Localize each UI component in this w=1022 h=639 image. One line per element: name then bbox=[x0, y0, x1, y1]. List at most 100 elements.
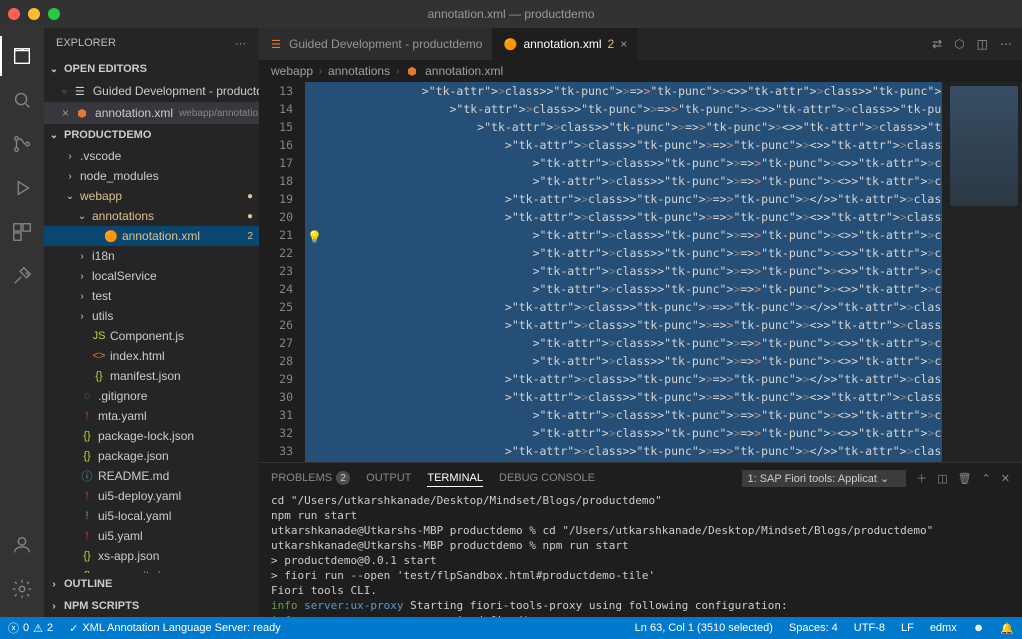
kill-terminal-icon[interactable]: 🗑 bbox=[958, 472, 972, 485]
code-line[interactable]: >"tk-attr">>class>>"tk-punc">>=>>"tk-pun… bbox=[305, 334, 1022, 352]
close-icon[interactable]: × bbox=[620, 37, 627, 51]
editor-tab[interactable]: ☰Guided Development - productdemo bbox=[259, 28, 493, 60]
status-errors[interactable]: ⓧ 0 ⚠ 2 bbox=[0, 617, 61, 639]
tree-item[interactable]: {}manifest.json bbox=[50, 366, 259, 386]
code-line[interactable]: >"tk-attr">>class>>"tk-punc">>=>>"tk-pun… bbox=[305, 190, 1022, 208]
editor-tab[interactable]: 🟠annotation.xml 2 × bbox=[493, 28, 638, 60]
code-line[interactable]: >"tk-attr">>class>>"tk-punc">>=>>"tk-pun… bbox=[305, 244, 1022, 262]
code-line[interactable]: >"tk-attr">>class>>"tk-punc">>=>>"tk-pun… bbox=[305, 316, 1022, 334]
tree-item[interactable]: ⌄webapp● bbox=[50, 186, 259, 206]
tree-item[interactable]: ›i18n bbox=[50, 246, 259, 266]
tree-item[interactable]: ›.vscode bbox=[50, 146, 259, 166]
tree-item[interactable]: ›node_modules bbox=[50, 166, 259, 186]
tree-item[interactable]: !mta.yaml bbox=[50, 406, 259, 426]
terminal-output[interactable]: cd "/Users/utkarshkanade/Desktop/Mindset… bbox=[259, 493, 1022, 617]
status-bell-icon[interactable]: 🔔 bbox=[992, 622, 1022, 635]
status-lang-server[interactable]: ✓ XML Annotation Language Server: ready bbox=[61, 617, 289, 639]
status-cursor[interactable]: Ln 63, Col 1 (3510 selected) bbox=[627, 622, 781, 634]
code-line[interactable]: >"tk-attr">>class>>"tk-punc">>=>>"tk-pun… bbox=[305, 82, 1022, 100]
code-line[interactable]: >"tk-attr">>class>>"tk-punc">>=>>"tk-pun… bbox=[305, 118, 1022, 136]
code-line[interactable]: >"tk-attr">>class>>"tk-punc">>=>>"tk-pun… bbox=[305, 352, 1022, 370]
code-line[interactable]: >"tk-attr">>class>>"tk-punc">>=>>"tk-pun… bbox=[305, 298, 1022, 316]
breadcrumb-item[interactable]: webapp bbox=[271, 64, 313, 78]
tree-item[interactable]: <>index.html bbox=[50, 346, 259, 366]
status-spaces[interactable]: Spaces: 4 bbox=[781, 622, 846, 634]
minimize-window[interactable] bbox=[28, 8, 40, 20]
activity-extensions[interactable] bbox=[0, 212, 44, 252]
code-line[interactable]: >"tk-attr">>class>>"tk-punc">>=>>"tk-pun… bbox=[305, 154, 1022, 172]
project-header[interactable]: ⌄ PRODUCTDEMO bbox=[44, 124, 259, 146]
more-actions-icon[interactable]: ⋯ bbox=[1000, 37, 1012, 51]
new-terminal-icon[interactable]: ＋ bbox=[916, 470, 927, 486]
tree-item[interactable]: !ui5-deploy.yaml bbox=[50, 486, 259, 506]
status-lang[interactable]: edmx bbox=[922, 622, 965, 634]
activity-scm[interactable] bbox=[0, 124, 44, 164]
tree-item[interactable]: 🟠annotation.xml2 bbox=[44, 226, 259, 246]
tree-item[interactable]: ›utils bbox=[50, 306, 259, 326]
code-line[interactable]: >"tk-attr">>class>>"tk-punc">>=>>"tk-pun… bbox=[305, 280, 1022, 298]
code-line[interactable]: >"tk-attr">>class>>"tk-punc">>=>>"tk-pun… bbox=[305, 208, 1022, 226]
code-line[interactable]: >"tk-attr">>class>>"tk-punc">>=>>"tk-pun… bbox=[305, 460, 1022, 462]
code-line[interactable]: >"tk-attr">>class>>"tk-punc">>=>>"tk-pun… bbox=[305, 172, 1022, 190]
panel-tab-terminal[interactable]: TERMINAL bbox=[427, 470, 483, 487]
compare-icon[interactable]: ⇄ bbox=[932, 37, 942, 51]
activity-search[interactable] bbox=[0, 80, 44, 120]
tree-label: .gitignore bbox=[98, 389, 147, 403]
panel-tab-problems[interactable]: PROBLEMS 2 bbox=[271, 469, 350, 487]
status-eol[interactable]: LF bbox=[893, 622, 922, 634]
maximize-window[interactable] bbox=[48, 8, 60, 20]
tree-item[interactable]: ›localService bbox=[50, 266, 259, 286]
breadcrumb-item[interactable]: annotations bbox=[328, 64, 390, 78]
code-line[interactable]: >"tk-attr">>class>>"tk-punc">>=>>"tk-pun… bbox=[305, 262, 1022, 280]
outline-header[interactable]: › OUTLINE bbox=[44, 573, 259, 595]
breadcrumbs[interactable]: webapp›annotations›⬢annotation.xml bbox=[259, 60, 1022, 82]
tree-item[interactable]: !ui5-local.yaml bbox=[50, 506, 259, 526]
close-icon[interactable]: × bbox=[62, 106, 69, 120]
minimap[interactable] bbox=[942, 82, 1022, 462]
tree-item[interactable]: !ui5.yaml bbox=[50, 526, 259, 546]
tree-item[interactable]: JSComponent.js bbox=[50, 326, 259, 346]
terminal-line: utkarshkanade@Utkarshs-MBP productdemo %… bbox=[271, 538, 1010, 553]
panel-tab-debug[interactable]: DEBUG CONSOLE bbox=[499, 470, 595, 486]
tree-item[interactable]: ◌.gitignore bbox=[50, 386, 259, 406]
status-encoding[interactable]: UTF-8 bbox=[846, 622, 893, 634]
code-line[interactable]: >"tk-attr">>class>>"tk-punc">>=>>"tk-pun… bbox=[305, 226, 1022, 244]
code-line[interactable]: >"tk-attr">>class>>"tk-punc">>=>>"tk-pun… bbox=[305, 136, 1022, 154]
panel-tab-output[interactable]: OUTPUT bbox=[366, 470, 411, 486]
close-window[interactable] bbox=[8, 8, 20, 20]
open-editor-item[interactable]: ○☰Guided Development - productdemo bbox=[44, 80, 259, 102]
terminal-select[interactable]: 1: SAP Fiori tools: Applicat ⌄ bbox=[742, 470, 906, 487]
code-line[interactable]: >"tk-attr">>class>>"tk-punc">>=>>"tk-pun… bbox=[305, 424, 1022, 442]
code-line[interactable]: >"tk-attr">>class>>"tk-punc">>=>>"tk-pun… bbox=[305, 100, 1022, 118]
open-editors-header[interactable]: ⌄ OPEN EDITORS bbox=[44, 58, 259, 80]
activity-account[interactable] bbox=[0, 525, 44, 565]
activity-settings[interactable] bbox=[0, 569, 44, 609]
split-terminal-icon[interactable]: ◫ bbox=[937, 472, 947, 485]
code-line[interactable]: >"tk-attr">>class>>"tk-punc">>=>>"tk-pun… bbox=[305, 406, 1022, 424]
fiori-icon[interactable]: ⬡ bbox=[954, 37, 964, 51]
lightbulb-icon[interactable]: 💡 bbox=[307, 228, 322, 246]
tree-item[interactable]: ⌄annotations● bbox=[50, 206, 259, 226]
tree-item[interactable]: {}package-lock.json bbox=[50, 426, 259, 446]
tree-item[interactable]: {}xs-app.json bbox=[50, 546, 259, 566]
code-line[interactable]: >"tk-attr">>class>>"tk-punc">>=>>"tk-pun… bbox=[305, 442, 1022, 460]
open-editor-item[interactable]: ×⬢annotation.xml webapp/annotatio...2 bbox=[44, 102, 259, 124]
tree-item[interactable]: {}xs-security.json bbox=[50, 566, 259, 573]
tree-item[interactable]: ›test bbox=[50, 286, 259, 306]
activity-debug[interactable] bbox=[0, 168, 44, 208]
code-line[interactable]: >"tk-attr">>class>>"tk-punc">>=>>"tk-pun… bbox=[305, 370, 1022, 388]
code-line[interactable]: >"tk-attr">>class>>"tk-punc">>=>>"tk-pun… bbox=[305, 388, 1022, 406]
code-editor[interactable]: 💡 13141516171819202122232425262728293031… bbox=[259, 82, 1022, 462]
activity-explorer[interactable] bbox=[0, 36, 44, 76]
close-panel-icon[interactable]: ✕ bbox=[1001, 472, 1010, 485]
tree-item[interactable]: ⓘREADME.md bbox=[50, 466, 259, 486]
tree-label: localService bbox=[92, 269, 157, 283]
tree-item[interactable]: {}package.json bbox=[50, 446, 259, 466]
split-editor-icon[interactable]: ◫ bbox=[977, 37, 988, 51]
explorer-more-icon[interactable]: ⋯ bbox=[235, 37, 247, 50]
breadcrumb-item[interactable]: annotation.xml bbox=[425, 64, 503, 78]
status-feedback-icon[interactable]: ☻ bbox=[965, 622, 993, 634]
maximize-panel-icon[interactable]: ⌃ bbox=[982, 472, 991, 485]
npm-scripts-header[interactable]: › NPM SCRIPTS bbox=[44, 595, 259, 617]
activity-tools[interactable] bbox=[0, 256, 44, 296]
